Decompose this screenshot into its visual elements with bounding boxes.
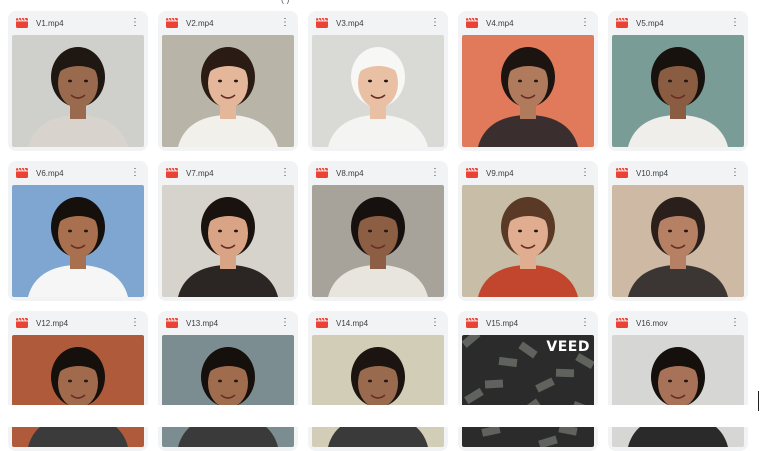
video-thumbnail[interactable]: VEED [462, 335, 594, 447]
file-name: V13.mp4 [186, 318, 219, 328]
file-name: V2.mp4 [186, 18, 214, 28]
file-name: V1.mp4 [36, 18, 64, 28]
more-options-icon[interactable]: ⋮ [428, 316, 442, 330]
file-card-header: V3.mp4 ⋮ [312, 11, 444, 35]
file-name: V10.mp4 [636, 168, 669, 178]
video-thumbnail[interactable] [612, 35, 744, 147]
video-file-icon [316, 318, 328, 328]
more-options-icon[interactable]: ⋮ [128, 16, 142, 30]
video-file-icon [616, 168, 628, 178]
file-card[interactable]: V12.mp4 ⋮ [8, 311, 148, 451]
file-card-header: V15.mp4 ⋮ [462, 311, 594, 335]
file-card-header: V5.mp4 ⋮ [612, 11, 744, 35]
top-text-fragment: ( ) [281, 0, 290, 4]
more-options-icon[interactable]: ⋮ [728, 316, 742, 330]
file-name: V12.mp4 [36, 318, 69, 328]
more-options-icon[interactable]: ⋮ [578, 316, 592, 330]
video-thumbnail[interactable] [12, 335, 144, 447]
video-thumbnail[interactable] [312, 35, 444, 147]
file-card[interactable]: V13.mp4 ⋮ [158, 311, 298, 451]
video-file-icon [466, 18, 478, 28]
file-card-header: V1.mp4 ⋮ [12, 11, 144, 35]
file-card-header: V10.mp4 ⋮ [612, 161, 744, 185]
file-card[interactable]: V10.mp4 ⋮ [608, 161, 748, 301]
video-file-icon [166, 18, 178, 28]
file-name: V9.mp4 [486, 168, 514, 178]
file-card-header: V8.mp4 ⋮ [312, 161, 444, 185]
file-card[interactable]: V7.mp4 ⋮ [158, 161, 298, 301]
file-card-header: V16.mov ⋮ [612, 311, 744, 335]
video-thumbnail[interactable] [462, 35, 594, 147]
video-thumbnail[interactable] [612, 335, 744, 447]
more-options-icon[interactable]: ⋮ [578, 16, 592, 30]
file-card[interactable]: V3.mp4 ⋮ [308, 11, 448, 151]
more-options-icon[interactable]: ⋮ [128, 316, 142, 330]
video-thumbnail[interactable] [12, 35, 144, 147]
video-thumbnail[interactable] [612, 185, 744, 297]
video-file-icon [616, 18, 628, 28]
file-grid: V1.mp4 ⋮ V2.mp4 ⋮ V3.mp4 ⋮ V4.mp4 ⋮ V5.mp4 ⋮ V6.mp… [8, 11, 748, 451]
file-card[interactable]: V2.mp4 ⋮ [158, 11, 298, 151]
file-name: V5.mp4 [636, 18, 664, 28]
file-name: V15.mp4 [486, 318, 519, 328]
video-file-icon [316, 168, 328, 178]
video-file-icon [166, 318, 178, 328]
file-card[interactable]: V1.mp4 ⋮ [8, 11, 148, 151]
video-thumbnail[interactable] [12, 185, 144, 297]
veed-logo: VEED [546, 339, 590, 355]
file-card[interactable]: V14.mp4 ⋮ [308, 311, 448, 451]
text-cursor [758, 391, 759, 411]
file-name: V3.mp4 [336, 18, 364, 28]
more-options-icon[interactable]: ⋮ [128, 166, 142, 180]
video-thumbnail[interactable] [162, 35, 294, 147]
video-thumbnail[interactable] [312, 185, 444, 297]
video-file-icon [16, 318, 28, 328]
file-name: V6.mp4 [36, 168, 64, 178]
file-card-header: V13.mp4 ⋮ [162, 311, 294, 335]
file-name: V7.mp4 [186, 168, 214, 178]
video-file-icon [166, 168, 178, 178]
file-name: V14.mp4 [336, 318, 369, 328]
video-file-icon [616, 318, 628, 328]
file-card[interactable]: V16.mov ⋮ [608, 311, 748, 451]
video-thumbnail[interactable] [312, 335, 444, 447]
file-card-header: V14.mp4 ⋮ [312, 311, 444, 335]
file-card[interactable]: V4.mp4 ⋮ [458, 11, 598, 151]
file-name: V8.mp4 [336, 168, 364, 178]
file-name: V16.mov [636, 318, 668, 328]
video-file-icon [16, 168, 28, 178]
more-options-icon[interactable]: ⋮ [278, 16, 292, 30]
video-file-icon [466, 168, 478, 178]
video-file-icon [316, 18, 328, 28]
file-card[interactable]: V8.mp4 ⋮ [308, 161, 448, 301]
video-file-icon [16, 18, 28, 28]
file-card-header: V12.mp4 ⋮ [12, 311, 144, 335]
file-card-header: V4.mp4 ⋮ [462, 11, 594, 35]
viewport-bottom-edge [0, 405, 774, 427]
file-card-header: V7.mp4 ⋮ [162, 161, 294, 185]
video-thumbnail[interactable] [162, 335, 294, 447]
file-name: V4.mp4 [486, 18, 514, 28]
more-options-icon[interactable]: ⋮ [578, 166, 592, 180]
more-options-icon[interactable]: ⋮ [428, 166, 442, 180]
file-card[interactable]: V5.mp4 ⋮ [608, 11, 748, 151]
video-file-icon [466, 318, 478, 328]
file-card-header: V6.mp4 ⋮ [12, 161, 144, 185]
file-card[interactable]: V9.mp4 ⋮ [458, 161, 598, 301]
more-options-icon[interactable]: ⋮ [428, 16, 442, 30]
more-options-icon[interactable]: ⋮ [278, 166, 292, 180]
file-card[interactable]: V15.mp4 ⋮ VEED [458, 311, 598, 451]
video-thumbnail[interactable] [162, 185, 294, 297]
video-thumbnail[interactable] [462, 185, 594, 297]
file-card-header: V9.mp4 ⋮ [462, 161, 594, 185]
more-options-icon[interactable]: ⋮ [278, 316, 292, 330]
file-card[interactable]: V6.mp4 ⋮ [8, 161, 148, 301]
more-options-icon[interactable]: ⋮ [728, 166, 742, 180]
file-card-header: V2.mp4 ⋮ [162, 11, 294, 35]
more-options-icon[interactable]: ⋮ [728, 16, 742, 30]
